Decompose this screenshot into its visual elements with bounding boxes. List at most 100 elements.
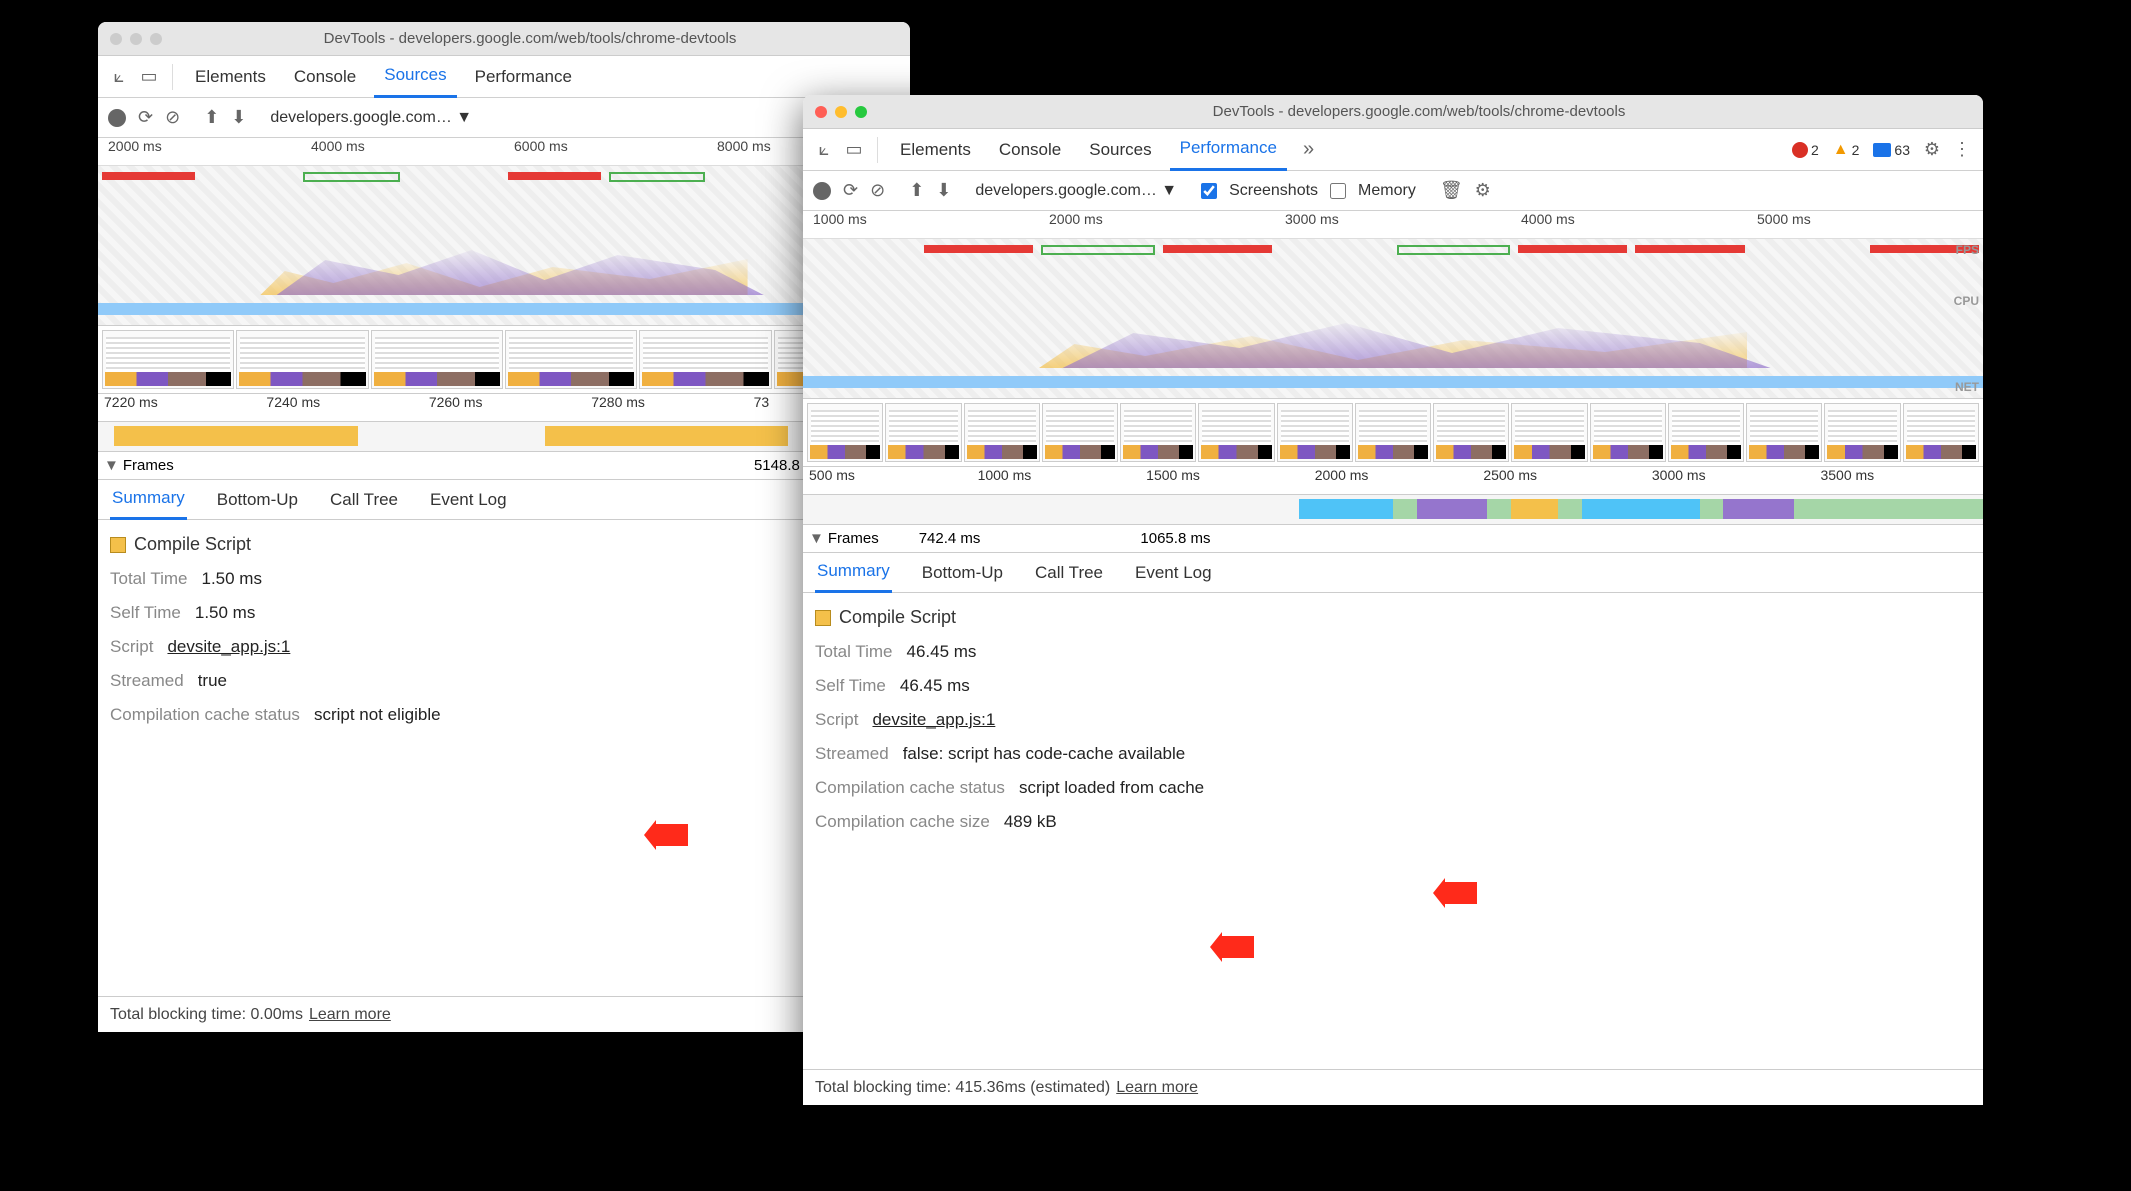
total-time: 46.45 ms [906, 642, 976, 662]
device-icon[interactable]: ▭ [843, 139, 865, 161]
frame-time-1: 742.4 ms [919, 530, 981, 547]
frames-row[interactable]: ▼Frames 5148.8 ms [98, 452, 910, 480]
arrow-icon [644, 820, 688, 850]
warning-badge[interactable]: ▲2 [1833, 141, 1860, 159]
cache-status: script loaded from cache [1019, 778, 1204, 798]
domain-dropdown[interactable]: developers.google.com… ▼ [975, 182, 1177, 200]
footer: Total blocking time: 0.00ms Learn more [98, 996, 910, 1032]
titlebar[interactable]: DevTools - developers.google.com/web/too… [98, 22, 910, 56]
close-icon[interactable] [815, 106, 827, 118]
perf-toolbar: ⟳ ⊘ ⬆ ⬇ developers.google.com… ▼ Screens… [803, 171, 1983, 211]
subtab-calltree[interactable]: Call Tree [328, 480, 400, 520]
upload-icon[interactable]: ⬆ [204, 107, 219, 128]
summary-body: Compile Script Total Time46.45 ms Self T… [803, 593, 1983, 846]
tab-elements[interactable]: Elements [185, 56, 276, 98]
domain-dropdown[interactable]: developers.google.com… ▼ [270, 109, 472, 127]
self-time: 1.50 ms [195, 603, 255, 623]
download-icon[interactable]: ⬇ [231, 107, 246, 128]
inspect-icon[interactable]: ⟀ [813, 139, 835, 161]
chevron-down-icon: ▼ [104, 457, 119, 474]
fps-label: FPS [1956, 243, 1979, 257]
device-icon[interactable]: ▭ [138, 66, 160, 88]
cache-status: script not eligible [314, 705, 441, 725]
reload-icon[interactable]: ⟳ [843, 180, 858, 201]
kebab-icon[interactable]: ⋮ [1951, 139, 1973, 161]
subtab-calltree[interactable]: Call Tree [1033, 553, 1105, 593]
learn-more-link[interactable]: Learn more [309, 1006, 391, 1024]
subtab-summary[interactable]: Summary [110, 480, 187, 520]
minimize-icon[interactable] [130, 33, 142, 45]
error-badge[interactable]: 2 [1792, 142, 1819, 158]
clear-icon[interactable]: ⊘ [870, 180, 885, 201]
screenshots-checkbox[interactable] [1201, 183, 1217, 199]
event-title: Compile Script [839, 607, 956, 628]
gear-icon[interactable]: ⚙ [1921, 139, 1943, 161]
reload-icon[interactable]: ⟳ [138, 107, 153, 128]
event-title: Compile Script [134, 534, 251, 555]
tab-console[interactable]: Console [284, 56, 366, 98]
cpu-label: CPU [1954, 294, 1979, 308]
tab-performance[interactable]: Performance [1170, 129, 1287, 171]
maximize-icon[interactable] [855, 106, 867, 118]
blocking-time: Total blocking time: 415.36ms (estimated… [815, 1079, 1110, 1097]
arrow-icon [1210, 932, 1254, 962]
traffic-lights [815, 106, 867, 118]
window-title: DevTools - developers.google.com/web/too… [867, 103, 1971, 120]
message-badge[interactable]: 63 [1873, 142, 1910, 158]
flame-main-row[interactable] [803, 495, 1983, 525]
detail-ruler: 500 ms1000 ms1500 ms2000 ms2500 ms3000 m… [803, 467, 1983, 495]
upload-icon[interactable]: ⬆ [909, 180, 924, 201]
script-link[interactable]: devsite_app.js:1 [167, 637, 290, 657]
main-tabbar: ⟀ ▭ Elements Console Sources Performance… [803, 129, 1983, 171]
tab-sources[interactable]: Sources [1079, 129, 1161, 171]
record-button[interactable] [813, 182, 831, 200]
tab-sources[interactable]: Sources [374, 56, 456, 98]
streamed-value: false: script has code-cache available [903, 744, 1186, 764]
overview-chart[interactable] [98, 166, 910, 326]
script-link[interactable]: devsite_app.js:1 [872, 710, 995, 730]
arrow-icon [1433, 878, 1477, 908]
minimize-icon[interactable] [835, 106, 847, 118]
net-label: NET [1955, 380, 1979, 394]
overview-ruler: 1000 ms2000 ms3000 ms4000 ms5000 ms [803, 211, 1983, 239]
frames-row[interactable]: ▼Frames 742.4 ms 1065.8 ms [803, 525, 1983, 553]
maximize-icon[interactable] [150, 33, 162, 45]
clear-icon[interactable]: ⊘ [165, 107, 180, 128]
devtools-window-1: DevTools - developers.google.com/web/too… [98, 22, 910, 1032]
subtab-bottomup[interactable]: Bottom-Up [920, 553, 1005, 593]
traffic-lights [110, 33, 162, 45]
devtools-window-2: DevTools - developers.google.com/web/too… [803, 95, 1983, 1105]
memory-checkbox[interactable] [1330, 183, 1346, 199]
more-tabs-icon[interactable]: » [1295, 138, 1322, 161]
frame-time-2: 1065.8 ms [1140, 530, 1210, 547]
detail-subtabs: Summary Bottom-Up Call Tree Event Log [803, 553, 1983, 593]
screenshot-thumbs[interactable] [98, 326, 910, 394]
detail-subtabs: Summary Bottom-Up Call Tree Event Log [98, 480, 910, 520]
flame-network-row[interactable] [98, 422, 910, 452]
titlebar[interactable]: DevTools - developers.google.com/web/too… [803, 95, 1983, 129]
cache-size: 489 kB [1004, 812, 1057, 832]
gear-icon[interactable]: ⚙ [1475, 180, 1491, 201]
subtab-bottomup[interactable]: Bottom-Up [215, 480, 300, 520]
tab-elements[interactable]: Elements [890, 129, 981, 171]
summary-body: Compile Script Total Time1.50 ms Self Ti… [98, 520, 910, 739]
subtab-eventlog[interactable]: Event Log [428, 480, 509, 520]
download-icon[interactable]: ⬇ [936, 180, 951, 201]
tab-performance[interactable]: Performance [465, 56, 582, 98]
tab-console[interactable]: Console [989, 129, 1071, 171]
blocking-time: Total blocking time: 0.00ms [110, 1006, 303, 1024]
subtab-eventlog[interactable]: Event Log [1133, 553, 1214, 593]
subtab-summary[interactable]: Summary [815, 553, 892, 593]
window-title: DevTools - developers.google.com/web/too… [162, 30, 898, 47]
overview-ruler: 2000 ms4000 ms6000 ms8000 ms [98, 138, 910, 166]
trash-icon[interactable]: 🗑 [1440, 180, 1463, 201]
perf-toolbar: ⟳ ⊘ ⬆ ⬇ developers.google.com… ▼ [98, 98, 910, 138]
screenshot-thumbs[interactable] [803, 399, 1983, 467]
overview-chart[interactable]: FPS CPU NET [803, 239, 1983, 399]
record-button[interactable] [108, 109, 126, 127]
close-icon[interactable] [110, 33, 122, 45]
footer: Total blocking time: 415.36ms (estimated… [803, 1069, 1983, 1105]
learn-more-link[interactable]: Learn more [1116, 1079, 1198, 1097]
inspect-icon[interactable]: ⟀ [108, 66, 130, 88]
chevron-down-icon: ▼ [809, 530, 824, 547]
